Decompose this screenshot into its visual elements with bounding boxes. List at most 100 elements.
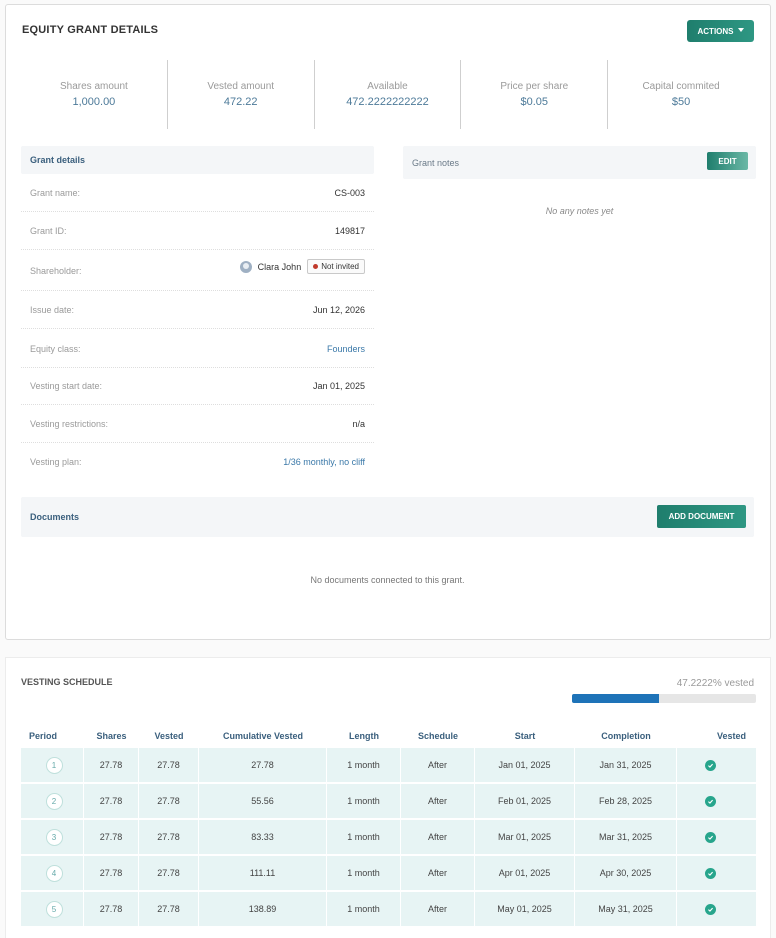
stat-price-per-share: Price per share $0.05 xyxy=(461,60,609,129)
col-vested-flag: Vested xyxy=(716,731,746,741)
schedule-cell: After xyxy=(401,748,475,784)
row-vesting-plan: Vesting plan: 1/36 monthly, no cliff xyxy=(21,443,374,481)
period-cell: 2 xyxy=(21,784,84,820)
check-circle-icon xyxy=(705,903,716,915)
stat-label: Capital commited xyxy=(642,81,720,92)
row-equity-class: Equity class: Founders xyxy=(21,330,374,368)
table-row: 4 27.78 27.78 111.11 1 month After Apr 0… xyxy=(21,856,756,892)
row-shareholder: Shareholder: Clara John Not invited xyxy=(21,250,374,291)
row-value: CS-003 xyxy=(334,188,365,198)
row-label: Grant ID: xyxy=(30,226,67,236)
vested-flag-cell xyxy=(677,748,756,784)
vested-cell: 27.78 xyxy=(139,784,199,820)
stat-value: 472.2222222222 xyxy=(346,96,429,108)
check-circle-icon xyxy=(705,831,716,843)
vested-flag-cell xyxy=(677,856,756,892)
start-cell: Feb 01, 2025 xyxy=(475,784,575,820)
col-completion: Completion xyxy=(601,731,651,741)
completion-cell: Jan 31, 2025 xyxy=(575,748,677,784)
grant-details-title: Grant details xyxy=(30,155,86,165)
edit-notes-button[interactable]: EDIT xyxy=(707,152,748,170)
vesting-plan-link[interactable]: 1/36 monthly, no cliff xyxy=(283,457,365,467)
shares-cell: 27.78 xyxy=(84,784,139,820)
vested-cell: 27.78 xyxy=(139,892,199,928)
shareholder-value[interactable]: Clara John Not invited xyxy=(239,259,365,274)
row-label: Vesting start date: xyxy=(30,381,103,391)
completion-cell: Apr 30, 2025 xyxy=(575,856,677,892)
grant-notes-header: Grant notes EDIT xyxy=(403,146,756,179)
row-issue-date: Issue date: Jun 12, 2026 xyxy=(21,291,374,329)
status-badge-label: Not invited xyxy=(321,262,359,271)
status-dot-icon xyxy=(313,264,319,269)
stat-label: Vested amount xyxy=(207,81,275,92)
equity-class-link[interactable]: Founders xyxy=(327,344,365,354)
col-start: Start xyxy=(514,731,536,741)
row-label: Grant name: xyxy=(30,188,81,198)
period-cell: 1 xyxy=(21,748,84,784)
cumulative-cell: 111.11 xyxy=(199,856,327,892)
row-grant-name: Grant name: CS-003 xyxy=(21,174,374,212)
cumulative-cell: 138.89 xyxy=(199,892,327,928)
row-label: Vesting restrictions: xyxy=(30,419,109,429)
documents-header: Documents ADD DOCUMENT xyxy=(21,497,754,537)
vested-percent-label: 47.2222% vested xyxy=(676,678,754,689)
vested-cell: 27.78 xyxy=(139,820,199,856)
shares-cell: 27.78 xyxy=(84,820,139,856)
caret-down-icon xyxy=(737,28,744,32)
col-period: Period xyxy=(29,731,58,741)
schedule-cell: After xyxy=(401,892,475,928)
cumulative-cell: 27.78 xyxy=(199,748,327,784)
vested-flag-cell xyxy=(677,784,756,820)
shareholder-name[interactable]: Clara John xyxy=(258,262,302,272)
row-label: Vesting plan: xyxy=(30,457,82,467)
actions-dropdown-button[interactable]: ACTIONS xyxy=(687,20,754,42)
notes-empty-text: No any notes yet xyxy=(545,206,614,216)
add-document-button[interactable]: ADD DOCUMENT xyxy=(657,505,746,528)
length-cell: 1 month xyxy=(327,820,401,856)
stat-value: 472.22 xyxy=(223,96,258,108)
length-cell: 1 month xyxy=(327,892,401,928)
shares-cell: 27.78 xyxy=(84,856,139,892)
check-circle-icon xyxy=(705,795,716,807)
grant-notes-title: Grant notes xyxy=(412,158,460,168)
start-cell: Jan 01, 2025 xyxy=(475,748,575,784)
col-length: Length xyxy=(349,731,379,741)
period-cell: 5 xyxy=(21,892,84,928)
stat-capital-committed: Capital commited $50 xyxy=(608,60,754,129)
table-row: 2 27.78 27.78 55.56 1 month After Feb 01… xyxy=(21,784,756,820)
completion-cell: Feb 28, 2025 xyxy=(575,784,677,820)
row-label: Shareholder: xyxy=(30,266,82,276)
vested-flag-cell xyxy=(677,892,756,928)
cumulative-cell: 83.33 xyxy=(199,820,327,856)
vested-flag-cell xyxy=(677,820,756,856)
documents-empty-text: No documents connected to this grant. xyxy=(310,575,465,585)
shares-cell: 27.78 xyxy=(84,892,139,928)
table-row: 3 27.78 27.78 83.33 1 month After Mar 01… xyxy=(21,820,756,856)
row-label: Issue date: xyxy=(30,305,75,315)
start-cell: Apr 01, 2025 xyxy=(475,856,575,892)
table-row: 5 27.78 27.78 138.89 1 month After May 0… xyxy=(21,892,756,928)
grant-details-header: Grant details xyxy=(21,146,374,174)
status-badge: Not invited xyxy=(307,259,365,274)
shares-cell: 27.78 xyxy=(84,748,139,784)
col-vested: Vested xyxy=(154,731,184,741)
table-row: 1 27.78 27.78 27.78 1 month After Jan 01… xyxy=(21,748,756,784)
period-number: 1 xyxy=(45,756,63,774)
stat-value: $0.05 xyxy=(520,96,549,108)
cumulative-cell: 55.56 xyxy=(199,784,327,820)
stat-label: Available xyxy=(367,81,408,92)
avatar xyxy=(239,260,252,273)
vesting-progress-fill xyxy=(572,694,659,703)
stat-label: Price per share xyxy=(500,81,569,92)
period-number: 5 xyxy=(45,900,63,918)
row-value: n/a xyxy=(352,419,365,429)
row-vesting-restrictions: Vesting restrictions: n/a xyxy=(21,405,374,443)
row-value: Jan 01, 2025 xyxy=(312,381,365,391)
vesting-progress-bar xyxy=(572,694,756,703)
vested-cell: 27.78 xyxy=(139,856,199,892)
documents-title: Documents xyxy=(30,512,80,522)
equity-grant-card: EQUITY GRANT DETAILS ACTIONS Shares amou… xyxy=(5,4,771,640)
length-cell: 1 month xyxy=(327,856,401,892)
col-cumulative: Cumulative Vested xyxy=(222,731,304,741)
stat-available: Available 472.2222222222 xyxy=(315,60,462,129)
